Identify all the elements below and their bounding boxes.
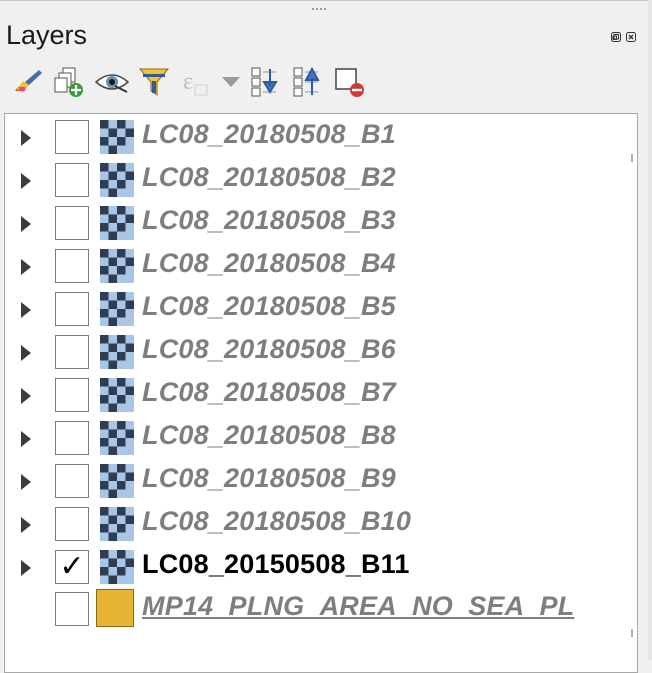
layer-row[interactable]: LC08_20180508_B1 bbox=[5, 117, 625, 159]
expand-arrow-icon[interactable] bbox=[21, 474, 31, 490]
raster-layer-icon bbox=[100, 550, 134, 584]
remove-layer-button[interactable] bbox=[332, 65, 368, 99]
add-group-button[interactable] bbox=[52, 65, 88, 99]
expand-arrow-icon[interactable] bbox=[21, 388, 31, 404]
filter-dropdown-button[interactable] bbox=[220, 65, 242, 99]
style-brush-icon bbox=[15, 70, 42, 93]
layer-name-label[interactable]: LC08_20180508_B5 bbox=[142, 291, 396, 322]
layer-row[interactable]: LC08_20180508_B8 bbox=[5, 418, 625, 460]
layer-row[interactable]: LC08_20180508_B3 bbox=[5, 203, 625, 245]
layer-visibility-checkbox[interactable] bbox=[55, 421, 89, 455]
layer-row[interactable]: LC08_20180508_B5 bbox=[5, 289, 625, 331]
float-icon[interactable] bbox=[611, 29, 621, 42]
dock-top-strip bbox=[0, 0, 652, 14]
expand-arrow-icon[interactable] bbox=[21, 173, 31, 189]
expand-arrow-icon[interactable] bbox=[21, 130, 31, 146]
svg-text:ε: ε bbox=[183, 69, 193, 95]
layer-row[interactable]: LC08_20180508_B2 bbox=[5, 160, 625, 202]
layer-visibility-checkbox[interactable]: ✓ bbox=[55, 550, 89, 584]
layer-name-label[interactable]: LC08_20180508_B6 bbox=[142, 334, 396, 365]
layers-tree[interactable]: LC08_20180508_B1 LC08_20180508_B2 LC08_201… bbox=[4, 113, 638, 673]
raster-layer-icon bbox=[100, 421, 134, 455]
window-edge bbox=[648, 0, 652, 660]
raster-layer-icon bbox=[100, 206, 134, 240]
panel-title: Layers bbox=[6, 20, 88, 50]
layer-visibility-checkbox[interactable] bbox=[55, 507, 89, 541]
expand-arrow-icon[interactable] bbox=[21, 302, 31, 318]
layer-row[interactable]: LC08_20180508_B7 bbox=[5, 375, 625, 417]
visibility-eye-icon bbox=[95, 74, 129, 93]
manage-visibility-button[interactable] bbox=[94, 65, 130, 99]
raster-layer-icon bbox=[100, 249, 134, 283]
raster-layer-icon bbox=[100, 292, 134, 326]
expand-arrow-icon[interactable] bbox=[21, 216, 31, 232]
raster-layer-icon bbox=[100, 120, 134, 154]
expand-all-button[interactable] bbox=[248, 65, 284, 99]
layer-name-label[interactable]: LC08_20180508_B7 bbox=[142, 377, 396, 408]
scroll-marker bbox=[631, 629, 633, 637]
expand-arrow-icon[interactable] bbox=[21, 560, 31, 576]
close-icon[interactable] bbox=[626, 29, 636, 42]
title-buttons bbox=[611, 29, 636, 42]
layer-row[interactable]: LC08_20180508_B9 bbox=[5, 461, 625, 503]
layer-name-label[interactable]: LC08_20180508_B8 bbox=[142, 420, 396, 451]
layer-visibility-checkbox[interactable] bbox=[55, 592, 89, 626]
layer-visibility-checkbox[interactable] bbox=[55, 249, 89, 283]
layer-row[interactable]: LC08_20180508_B6 bbox=[5, 332, 625, 374]
expand-all-icon bbox=[251, 67, 278, 97]
layer-row[interactable]: ✓ LC08_20150508_B11 bbox=[5, 547, 625, 589]
dock-separator bbox=[0, 0, 652, 1]
layer-row[interactable]: LC08_20180508_B4 bbox=[5, 246, 625, 288]
layer-name-label[interactable]: LC08_20180508_B10 bbox=[142, 506, 411, 537]
layer-name-label[interactable]: MP14_PLNG_AREA_NO_SEA_PL bbox=[142, 591, 574, 622]
raster-layer-icon bbox=[100, 507, 134, 541]
layer-visibility-checkbox[interactable] bbox=[55, 335, 89, 369]
layer-visibility-checkbox[interactable] bbox=[55, 464, 89, 498]
layer-visibility-checkbox[interactable] bbox=[55, 378, 89, 412]
layer-visibility-checkbox[interactable] bbox=[55, 206, 89, 240]
filter-legend-icon bbox=[138, 68, 170, 96]
layer-row[interactable]: MP14_PLNG_AREA_NO_SEA_PL bbox=[5, 589, 625, 631]
layer-visibility-checkbox[interactable] bbox=[55, 120, 89, 154]
polygon-layer-icon bbox=[96, 589, 134, 627]
style-brush-button[interactable] bbox=[10, 65, 46, 99]
layer-visibility-checkbox[interactable] bbox=[55, 163, 89, 197]
add-group-icon bbox=[54, 67, 83, 97]
collapse-all-button[interactable] bbox=[290, 65, 326, 99]
scroll-marker bbox=[631, 154, 633, 162]
expand-arrow-icon[interactable] bbox=[21, 259, 31, 275]
raster-layer-icon bbox=[100, 378, 134, 412]
expand-arrow-icon[interactable] bbox=[21, 345, 31, 361]
layer-visibility-checkbox[interactable] bbox=[55, 292, 89, 326]
filter-expression-button[interactable]: ε bbox=[178, 65, 214, 99]
layers-toolbar: ε bbox=[10, 64, 374, 100]
raster-layer-icon bbox=[100, 163, 134, 197]
layer-name-label[interactable]: LC08_20180508_B4 bbox=[142, 248, 396, 279]
collapse-all-icon bbox=[293, 66, 320, 97]
remove-layer-icon bbox=[335, 68, 364, 97]
expand-arrow-icon[interactable] bbox=[21, 431, 31, 447]
expand-arrow-icon[interactable] bbox=[21, 517, 31, 533]
raster-layer-icon bbox=[100, 464, 134, 498]
filter-expression-icon: ε bbox=[183, 69, 208, 96]
layer-name-label[interactable]: LC08_20150508_B11 bbox=[142, 549, 410, 580]
layer-name-label[interactable]: LC08_20180508_B9 bbox=[142, 463, 396, 494]
filter-legend-button[interactable] bbox=[136, 65, 172, 99]
layer-name-label[interactable]: LC08_20180508_B2 bbox=[142, 162, 396, 193]
layer-name-label[interactable]: LC08_20180508_B3 bbox=[142, 205, 396, 236]
chevron-down-icon bbox=[222, 77, 240, 87]
raster-layer-icon bbox=[100, 335, 134, 369]
layer-row[interactable]: LC08_20180508_B10 bbox=[5, 504, 625, 546]
resize-grip[interactable] bbox=[312, 8, 328, 10]
layer-name-label[interactable]: LC08_20180508_B1 bbox=[142, 119, 396, 150]
